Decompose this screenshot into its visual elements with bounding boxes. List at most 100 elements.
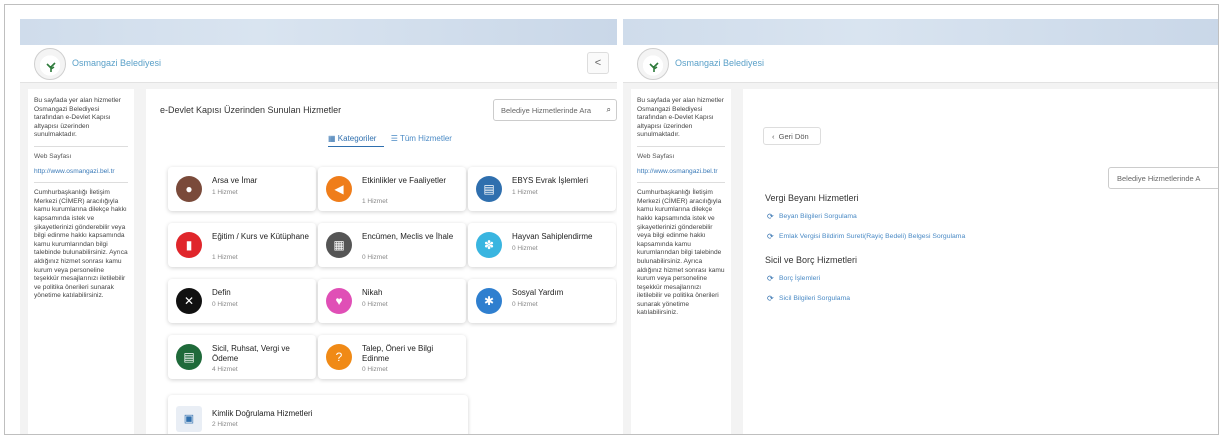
- category-title: Encümen, Meclis ve İhale: [362, 232, 454, 241]
- web-label: Web Sayfası: [637, 152, 675, 160]
- category-count: 0 Hizmet: [512, 245, 538, 252]
- page-title: e-Devlet Kapısı Üzerinden Sunulan Hizmet…: [160, 105, 342, 115]
- category-card[interactable]: ♥ Nikah 0 Hizmet: [318, 279, 466, 323]
- category-card[interactable]: ▮ Eğitim / Kurs ve Kütüphane 1 Hizmet: [168, 223, 316, 267]
- service-label: Sicil Bilgileri Sorgulama: [779, 295, 851, 302]
- sidebar: Bu sayfada yer alan hizmetler Osmangazi …: [28, 89, 134, 434]
- category-title: Etkinlikler ve Faaliyetler: [362, 176, 447, 185]
- main-content: ‹ Geri Dön Belediye Hizmetlerinde A Verg…: [743, 89, 1218, 434]
- category-title: EBYS Evrak İşlemleri: [512, 176, 589, 185]
- view-tabs: ▦ Kategoriler ☰ Tüm Hizmetler: [328, 134, 464, 147]
- category-count: 1 Hizmet: [512, 189, 538, 196]
- category-title: Eğitim / Kurs ve Kütüphane: [212, 232, 309, 241]
- tab-categories-label: Kategoriler: [337, 134, 377, 143]
- service-link[interactable]: ⟳ Beyan Bilgileri Sorgulama: [767, 212, 857, 221]
- category-card-wide[interactable]: ▣ Kimlik Doğrulama Hizmetleri 2 Hizmet: [168, 395, 468, 434]
- category-count: 0 Hizmet: [512, 301, 538, 308]
- category-card[interactable]: ✕ Defin 0 Hizmet: [168, 279, 316, 323]
- search-input[interactable]: Belediye Hizmetlerinde A: [1108, 167, 1218, 189]
- category-count: 0 Hizmet: [362, 301, 388, 308]
- category-count: 4 Hizmet: [212, 366, 238, 373]
- right-page: Osmangazi Belediyesi Bu sayfada yer alan…: [623, 19, 1218, 434]
- tab-categories[interactable]: ▦ Kategoriler: [328, 134, 382, 143]
- category-card[interactable]: ▤ EBYS Evrak İşlemleri 1 Hizmet: [468, 167, 616, 211]
- main-content: e-Devlet Kapısı Üzerinden Sunulan Hizmet…: [146, 89, 617, 434]
- back-label: Geri Dön: [778, 132, 809, 141]
- building-icon: ▦: [326, 232, 352, 258]
- category-title: Kimlik Doğrulama Hizmetleri: [212, 409, 313, 418]
- top-banner: [20, 19, 617, 45]
- category-title: Sosyal Yardım: [512, 288, 564, 297]
- service-label: Borç İşlemleri: [779, 275, 821, 282]
- question-icon: ?: [326, 344, 352, 370]
- tab-all-services-label: Tüm Hizmetler: [399, 134, 452, 143]
- site-header: Osmangazi Belediyesi <: [20, 45, 617, 83]
- book-icon: ▮: [176, 232, 202, 258]
- divider: [34, 145, 128, 147]
- category-card[interactable]: ▦ Encümen, Meclis ve İhale 0 Hizmet: [318, 223, 466, 267]
- brand-name[interactable]: Osmangazi Belediyesi: [675, 58, 764, 68]
- category-title: Talep, Öneri ve Bilgi Edinme: [362, 344, 434, 363]
- sidebar-intro: Bu sayfada yer alan hizmetler Osmangazi …: [34, 97, 121, 139]
- category-card[interactable]: ? Talep, Öneri ve Bilgi Edinme 0 Hizmet: [318, 335, 466, 379]
- site-header: Osmangazi Belediyesi: [623, 45, 1218, 83]
- refresh-icon: ⟳: [767, 274, 774, 283]
- category-count: 0 Hizmet: [212, 301, 238, 308]
- web-link[interactable]: http://www.osmangazi.bel.tr: [34, 168, 128, 177]
- municipality-logo[interactable]: [637, 48, 669, 80]
- category-count: 1 Hizmet: [362, 198, 388, 205]
- web-link[interactable]: http://www.osmangazi.bel.tr: [637, 168, 725, 177]
- category-count: 1 Hizmet: [212, 254, 238, 261]
- category-card[interactable]: ✱ Sosyal Yardım 0 Hizmet: [468, 279, 616, 323]
- category-title: Defin: [212, 288, 231, 297]
- brand-name[interactable]: Osmangazi Belediyesi: [72, 58, 161, 68]
- megaphone-icon: ◀: [326, 176, 352, 202]
- category-card[interactable]: ▤ Sicil, Ruhsat, Vergi ve Ödeme 4 Hizmet: [168, 335, 316, 379]
- screenshot-frame: Osmangazi Belediyesi < Bu sayfada yer al…: [4, 4, 1219, 435]
- refresh-icon: ⟳: [767, 212, 774, 221]
- back-button[interactable]: ‹ Geri Dön: [763, 127, 821, 145]
- service-label: Beyan Bilgileri Sorgulama: [779, 213, 857, 220]
- sidebar: Bu sayfada yer alan hizmetler Osmangazi …: [631, 89, 731, 434]
- leaf-icon: [46, 62, 56, 72]
- tab-all-services[interactable]: ☰ Tüm Hizmetler: [391, 134, 458, 143]
- service-link[interactable]: ⟳ Borç İşlemleri: [767, 274, 821, 283]
- left-page: Osmangazi Belediyesi < Bu sayfada yer al…: [20, 19, 617, 434]
- refresh-icon: ⟳: [767, 232, 774, 241]
- chevron-left-icon: ‹: [772, 132, 775, 141]
- document-icon: ▤: [476, 176, 502, 202]
- couple-icon: ♥: [326, 288, 352, 314]
- category-card[interactable]: ✽ Hayvan Sahiplendirme 0 Hizmet: [468, 223, 616, 267]
- category-card[interactable]: ◀ Etkinlikler ve Faaliyetler 1 Hizmet: [318, 167, 466, 211]
- id-card-icon: ▣: [176, 406, 202, 432]
- active-tab-indicator: [328, 146, 384, 147]
- category-title: Nikah: [362, 288, 383, 297]
- top-banner: [623, 19, 1218, 45]
- cimer-text: Cumhurbaşkanlığı İletişim Merkezi (CİMER…: [34, 189, 128, 300]
- category-title: Arsa ve İmar: [212, 176, 258, 185]
- share-icon: <: [594, 57, 602, 69]
- service-link[interactable]: ⟳ Sicil Bilgileri Sorgulama: [767, 294, 851, 303]
- divider: [34, 182, 128, 184]
- paw-icon: ✽: [476, 232, 502, 258]
- category-count: 1 Hizmet: [212, 189, 238, 196]
- category-count: 0 Hizmet: [362, 366, 388, 373]
- service-link[interactable]: ⟳ Emlak Vergisi Bildirim Sureti(Rayiç Bed…: [767, 232, 965, 241]
- category-card[interactable]: ● Arsa ve İmar 1 Hizmet: [168, 167, 316, 211]
- municipality-logo[interactable]: [34, 48, 66, 80]
- search-input[interactable]: Belediye Hizmetlerinde Ara ⌕: [493, 99, 617, 121]
- divider: [637, 182, 725, 184]
- category-count: 0 Hizmet: [362, 254, 388, 261]
- cimer-text: Cumhurbaşkanlığı İletişim Merkezi (CİMER…: [637, 189, 725, 317]
- leaf-icon: [649, 62, 659, 72]
- people-circle-icon: ✱: [476, 288, 502, 314]
- sidebar-intro: Bu sayfada yer alan hizmetler Osmangazi …: [637, 97, 724, 139]
- ribbon-icon: ✕: [176, 288, 202, 314]
- web-label: Web Sayfası: [34, 152, 72, 160]
- receipt-icon: ▤: [176, 344, 202, 370]
- search-icon[interactable]: ⌕: [607, 105, 611, 115]
- section-title: Sicil ve Borç Hizmetleri: [765, 255, 858, 265]
- search-placeholder: Belediye Hizmetlerinde A: [1117, 174, 1201, 183]
- category-title: Hayvan Sahiplendirme: [512, 232, 593, 241]
- share-button[interactable]: <: [587, 52, 609, 74]
